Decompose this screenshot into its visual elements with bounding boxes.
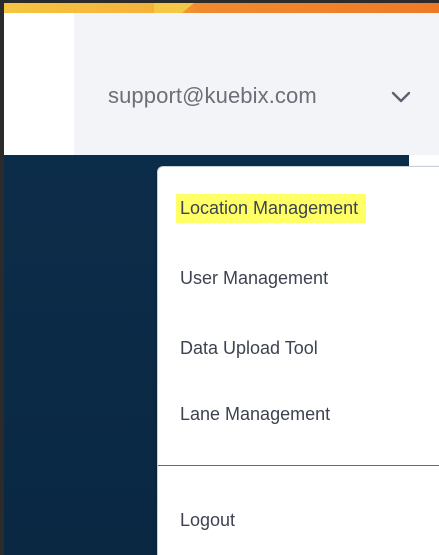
menu-item-logout[interactable]: Logout (180, 510, 235, 531)
menu-item-lane-management[interactable]: Lane Management (180, 404, 330, 425)
chevron-down-icon[interactable] (390, 89, 412, 105)
menu-divider (158, 465, 439, 466)
user-menu-email[interactable]: support@kuebix.com (108, 83, 317, 109)
top-accent-strip (4, 3, 439, 13)
menu-item-user-management[interactable]: User Management (180, 268, 328, 289)
menu-item-data-upload-tool[interactable]: Data Upload Tool (180, 338, 318, 359)
menu-item-location-management[interactable]: Location Management (176, 194, 367, 223)
header-bar: support@kuebix.com (4, 13, 439, 155)
header-left-spacer (4, 13, 74, 155)
user-dropdown-menu: Location Management User Management Data… (157, 166, 439, 555)
app-frame: support@kuebix.com Location Management U… (0, 0, 439, 555)
